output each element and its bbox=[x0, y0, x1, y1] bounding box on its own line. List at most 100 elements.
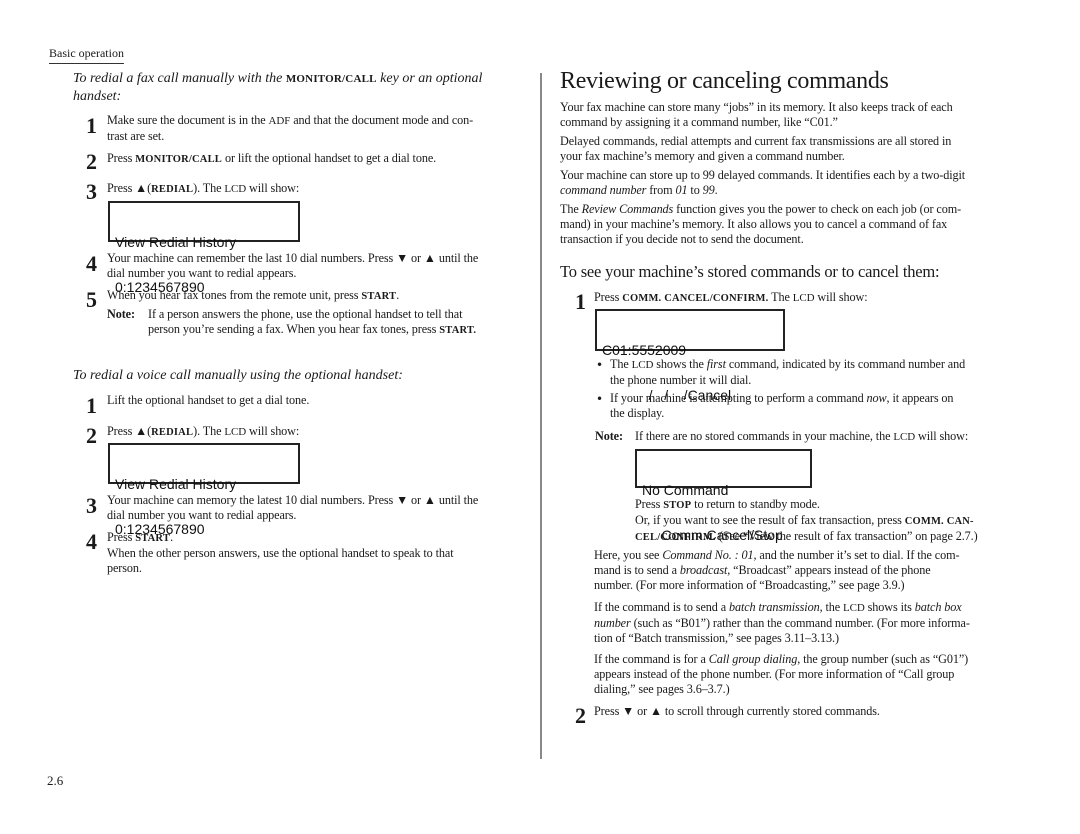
para-text: the bbox=[822, 600, 844, 614]
para-text: broadcast bbox=[679, 563, 728, 577]
para-text: . bbox=[714, 183, 718, 197]
heading-text: key or an optional bbox=[376, 71, 483, 86]
adf-label: ADF bbox=[268, 115, 291, 127]
para-text: to bbox=[687, 183, 703, 197]
lcd-line-1: C01:5552009 bbox=[602, 342, 687, 358]
lcd-label: LCD bbox=[631, 359, 654, 371]
monitor-call-key: MONITOR/CALL bbox=[135, 154, 222, 165]
step-text: ). The bbox=[193, 181, 225, 195]
lcd-label: LCD bbox=[893, 431, 916, 443]
step-text: Press bbox=[107, 151, 136, 165]
step-text: dial number you want to redial appears. bbox=[107, 508, 297, 522]
voice-redial-heading: To redial a voice call manually using th… bbox=[73, 368, 403, 383]
bullet-icon: • bbox=[596, 358, 604, 372]
bullet-text: the phone number it will dial. bbox=[610, 373, 752, 387]
para-text: command by assigning it a command number… bbox=[560, 115, 838, 129]
lcd-display: View Redial History 0:1234567890 bbox=[108, 443, 300, 537]
step-number: 2 bbox=[575, 703, 586, 728]
review-step-2: Press ▼ or ▲ to scroll through currently… bbox=[594, 704, 880, 718]
comm-cancel-key: COMM. CAN- bbox=[904, 516, 974, 527]
call-group-paragraph: If the command is for a Call group diali… bbox=[594, 652, 1019, 697]
para-text: (such as “B01”) rather than the command … bbox=[630, 616, 970, 630]
intro-paragraph-3: Your machine can store up to 99 delayed … bbox=[560, 168, 1020, 198]
para-text: batch transmission, bbox=[728, 600, 823, 614]
para-text: Your machine can store up to 99 delayed … bbox=[560, 168, 966, 182]
bullet-text: shows the bbox=[653, 357, 707, 371]
note-text: If there are no stored commands in your … bbox=[635, 429, 894, 443]
step-text: Press bbox=[107, 530, 136, 544]
para-text: , the group number (such as “G01”) bbox=[797, 652, 969, 666]
step-text: ). The bbox=[193, 424, 225, 438]
bullet-text: the display. bbox=[610, 406, 665, 420]
voice-step-1: Lift the optional handset to get a dial … bbox=[107, 393, 310, 407]
step-number: 1 bbox=[575, 289, 586, 314]
column-divider bbox=[540, 73, 542, 759]
step-text: . bbox=[170, 530, 174, 544]
note-label: Note: bbox=[107, 307, 135, 321]
para-text: , “Broadcast” appears instead of the pho… bbox=[727, 563, 931, 577]
heading-text: handset: bbox=[73, 89, 122, 104]
voice-step-3: Your machine can memory the latest 10 di… bbox=[107, 493, 532, 523]
voice-step-2: Press ▲(REDIAL). The LCD will show: bbox=[107, 424, 527, 440]
para-text: Review Commands bbox=[581, 202, 674, 216]
fax-redial-heading: To redial a fax call manually with the M… bbox=[73, 70, 523, 106]
fax-note: If a person answers the phone, use the o… bbox=[148, 307, 533, 338]
para-text: tion of “Batch transmission,” see pages … bbox=[594, 631, 839, 645]
para-text: Delayed commands, redial attempts and cu… bbox=[560, 134, 952, 148]
para-text: function gives you the power to check on… bbox=[673, 202, 962, 216]
lcd-line-1: View Redial History bbox=[115, 476, 237, 492]
para-text: and the number it’s set to dial. If the … bbox=[756, 548, 960, 562]
bullet-text: The bbox=[610, 357, 632, 371]
note-text: If a person answers the phone, use the o… bbox=[148, 307, 463, 321]
intro-paragraph-4: The Review Commands function gives you t… bbox=[560, 202, 1020, 247]
stop-key: STOP bbox=[663, 500, 692, 511]
para-text: shows its bbox=[864, 600, 915, 614]
bullet-text: now bbox=[866, 391, 887, 405]
intro-paragraph-2: Delayed commands, redial attempts and cu… bbox=[560, 134, 1020, 164]
para-text: 01 bbox=[675, 183, 688, 197]
lcd-label: LCD bbox=[792, 292, 815, 304]
step-text: Your machine can memory the latest 10 di… bbox=[107, 493, 479, 507]
step-text: Make sure the document is in the bbox=[107, 113, 269, 127]
step-text: Your machine can remember the last 10 di… bbox=[107, 251, 479, 265]
lcd-label: LCD bbox=[224, 426, 247, 438]
redial-key: REDIAL bbox=[151, 427, 194, 438]
fax-step-3: Press ▲(REDIAL). The LCD will show: bbox=[107, 181, 527, 197]
heading-text: To redial a fax call manually with the bbox=[73, 71, 286, 86]
no-command-note: If there are no stored commands in your … bbox=[635, 429, 1025, 445]
step-number: 4 bbox=[86, 529, 97, 554]
step-text: The bbox=[768, 290, 793, 304]
lcd-label: LCD bbox=[224, 183, 247, 195]
lcd-label: LCD bbox=[843, 602, 865, 614]
bullet-text: command, indicated by its command number… bbox=[725, 357, 966, 371]
lcd-line-1: No Command bbox=[642, 482, 729, 498]
para-text: your fax machine’s memory and given a co… bbox=[560, 149, 845, 163]
step-text: Or, if you want to see the result of fax… bbox=[635, 513, 905, 527]
command-number-paragraph: Here, you see Command No. : 01, and the … bbox=[594, 548, 1019, 593]
step-text: and that the document mode and con- bbox=[290, 113, 474, 127]
bullet-item: The LCD shows the first command, indicat… bbox=[610, 357, 1020, 388]
comm-cancel-key: COMM. CANCEL/CONFIRM. bbox=[622, 293, 769, 304]
fax-step-2: Press MONITOR/CALL or lift the optional … bbox=[107, 151, 527, 167]
step-text: Press bbox=[635, 497, 664, 511]
para-text: mand) in your machine’s memory. It also … bbox=[560, 217, 948, 231]
para-text: appears instead of the phone number. (Fo… bbox=[594, 667, 955, 681]
bullet-text: first bbox=[706, 357, 726, 371]
redial-key: REDIAL bbox=[151, 184, 194, 195]
step-number: 3 bbox=[86, 493, 97, 518]
step-number: 5 bbox=[86, 287, 97, 312]
bullet-icon: • bbox=[596, 392, 604, 406]
para-text: If the command is to send a bbox=[594, 600, 729, 614]
note-text: person you’re sending a fax. When you he… bbox=[148, 322, 440, 336]
comm-cancel-key: CEL/CONFIRM. bbox=[635, 532, 716, 543]
bullet-text: , it appears on bbox=[886, 391, 954, 405]
bullet-item: If your machine is attempting to perform… bbox=[610, 391, 1020, 421]
note-text: will show: bbox=[915, 429, 969, 443]
fax-step-1: Make sure the document is in the ADF and… bbox=[107, 113, 527, 144]
lcd-display: No Command Comm.Cancel/Stop bbox=[635, 449, 812, 543]
para-text: batch box bbox=[914, 600, 962, 614]
para-text: The bbox=[560, 202, 582, 216]
step-text: Press ▲( bbox=[107, 424, 152, 438]
step-text: Press ▲( bbox=[107, 181, 152, 195]
review-step-1: Press COMM. CANCEL/CONFIRM. The LCD will… bbox=[594, 290, 1014, 306]
